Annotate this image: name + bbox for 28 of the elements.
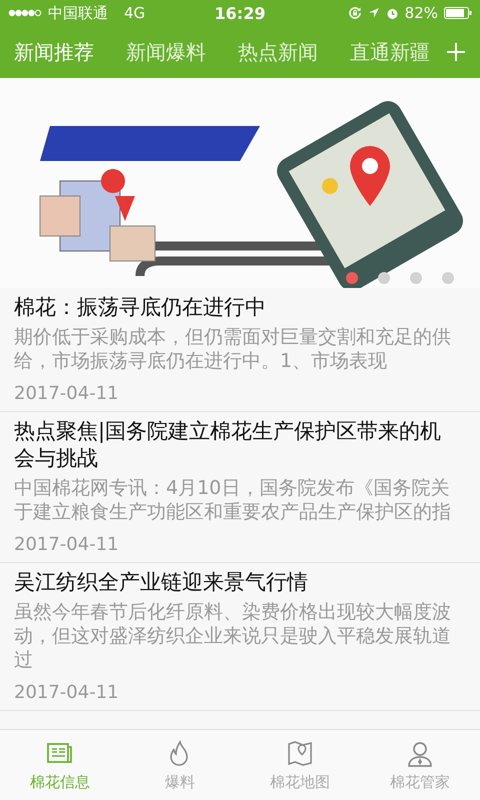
channel-tab[interactable]: 直通新疆 bbox=[350, 38, 430, 66]
add-channel-icon[interactable] bbox=[446, 42, 466, 62]
location-arrow-icon bbox=[368, 7, 380, 19]
article-date: 2017-04-11 bbox=[14, 534, 120, 555]
article-summary: 期价低于采购成本，但仍需面对巨量交割和充足的供给，市场振荡寻底仍在进行中。1、市场表现 bbox=[14, 325, 452, 373]
carrier-name: 中国联通 bbox=[48, 4, 108, 22]
signal-icon bbox=[8, 9, 42, 17]
bottom-tab[interactable]: 棉花信息 bbox=[0, 730, 120, 800]
bottom-tab[interactable]: 棉花地图 bbox=[240, 730, 360, 800]
article-date: 2017-04-11 bbox=[14, 682, 120, 703]
clock-time: 16:29 bbox=[214, 4, 266, 22]
channel-tab[interactable]: 热点新闻 bbox=[238, 38, 318, 66]
network-type: 4G bbox=[124, 4, 146, 22]
channel-tab[interactable]: 新闻爆料 bbox=[126, 38, 206, 66]
battery-icon bbox=[444, 7, 472, 19]
bottom-tab[interactable]: 棉花管家 bbox=[360, 730, 480, 800]
rotation-lock-icon bbox=[348, 6, 362, 20]
article-title: 热点聚焦|国务院建立棉花生产保护区带来的机会与挑战 bbox=[14, 418, 442, 472]
alarm-icon bbox=[386, 6, 399, 20]
article-date: 2017-04-11 bbox=[14, 383, 120, 404]
map-pin-icon bbox=[285, 738, 315, 768]
article-summary: 虽然今年春节后化纤原料、染费价格出现较大幅度波动，但这对盛泽纺织企业来说只是驶入平稳发展轨道过 bbox=[14, 600, 452, 672]
channel-tab[interactable]: 新闻推荐 bbox=[14, 38, 94, 66]
article-summary: 中国棉花网专讯：4月10日，国务院发布《国务院关于建立粮食生产功能区和重要农产品生产保护区的指 bbox=[14, 476, 452, 524]
article-title: 棉花：振荡寻底仍在进行中 bbox=[14, 294, 267, 321]
battery-percent: 82% bbox=[404, 4, 438, 22]
bottom-tab[interactable]: 爆料 bbox=[120, 730, 240, 800]
article-title: 吴江纺织全产业链迎来景气行情 bbox=[14, 569, 309, 596]
